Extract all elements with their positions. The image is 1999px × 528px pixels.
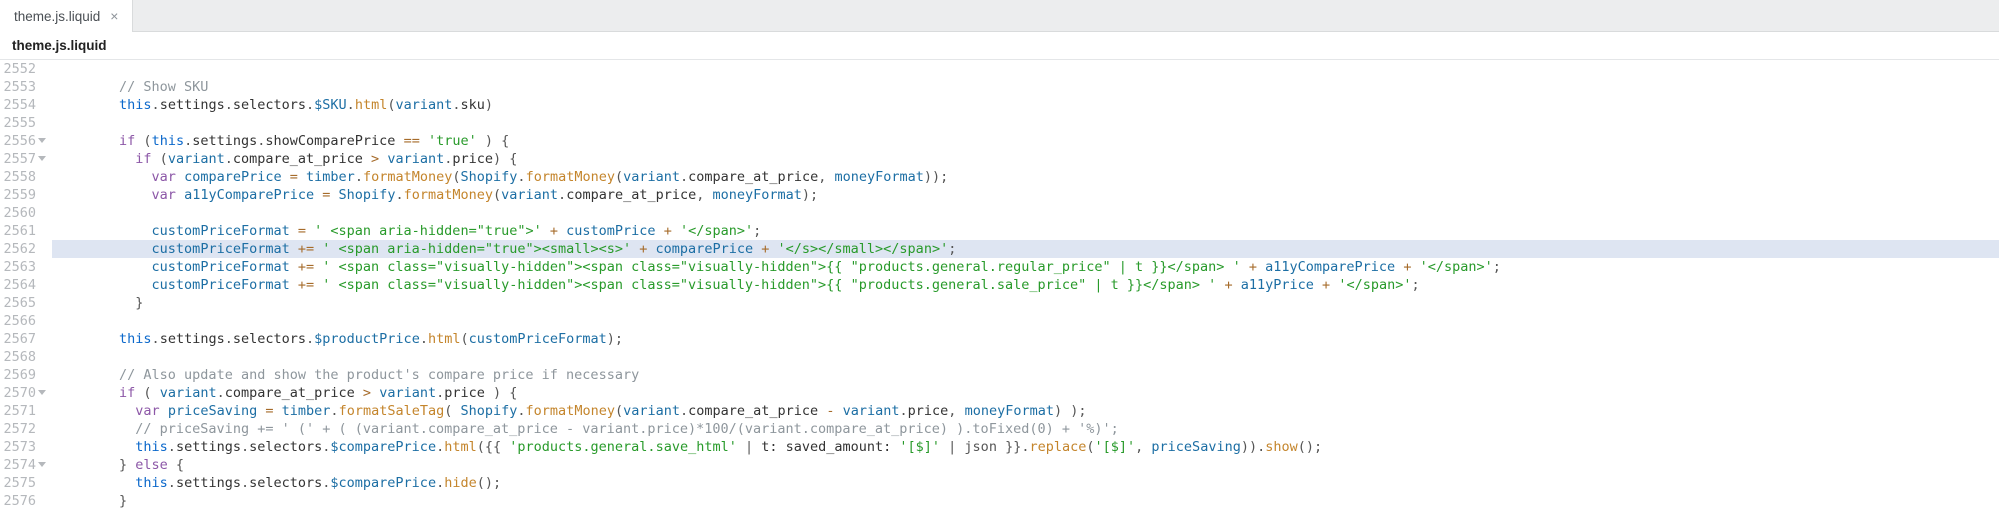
tab-bar: theme.js.liquid × [0,0,1999,32]
line-number: 2560 [0,204,48,222]
code-line[interactable]: } [54,492,1999,510]
code-line[interactable]: this.settings.selectors.$comparePrice.hi… [54,474,1999,492]
line-number: 2567 [0,330,48,348]
line-number: 2556 [0,132,48,150]
code-line[interactable]: var a11yComparePrice = Shopify.formatMon… [54,186,1999,204]
code-line[interactable]: // Also update and show the product's co… [54,366,1999,384]
line-number: 2573 [0,438,48,456]
code-area[interactable]: // Show SKU this.settings.selectors.$SKU… [52,60,1999,528]
breadcrumb: theme.js.liquid [0,32,1999,60]
code-line[interactable]: this.settings.selectors.$productPrice.ht… [54,330,1999,348]
line-number: 2557 [0,150,48,168]
line-number: 2569 [0,366,48,384]
close-icon[interactable]: × [110,9,118,23]
line-number: 2563 [0,258,48,276]
line-number: 2571 [0,402,48,420]
code-line[interactable]: if ( variant.compare_at_price > variant.… [54,384,1999,402]
line-number: 2566 [0,312,48,330]
code-line[interactable]: this.settings.selectors.$comparePrice.ht… [54,438,1999,456]
line-number: 2565 [0,294,48,312]
code-line[interactable]: if (this.settings.showComparePrice == 't… [54,132,1999,150]
tab-label: theme.js.liquid [14,9,100,24]
line-number-gutter: 2552255325542555255625572558255925602561… [0,60,52,528]
code-line[interactable] [54,204,1999,222]
code-line[interactable]: } [54,294,1999,312]
line-number: 2555 [0,114,48,132]
code-line[interactable]: var priceSaving = timber.formatSaleTag( … [54,402,1999,420]
line-number: 2570 [0,384,48,402]
code-line[interactable] [54,60,1999,78]
line-number: 2552 [0,60,48,78]
code-line[interactable]: customPriceFormat = ' <span aria-hidden=… [54,222,1999,240]
code-line[interactable]: customPriceFormat += ' <span class="visu… [54,258,1999,276]
code-line[interactable]: } else { [54,456,1999,474]
code-line[interactable]: customPriceFormat += ' <span class="visu… [54,276,1999,294]
code-line[interactable]: this.settings.selectors.$SKU.html(varian… [54,96,1999,114]
code-line[interactable] [54,114,1999,132]
code-line[interactable]: // priceSaving += ' (' + ( (variant.comp… [54,420,1999,438]
tab-theme-js-liquid[interactable]: theme.js.liquid × [0,0,133,32]
line-number: 2558 [0,168,48,186]
line-number: 2572 [0,420,48,438]
code-line[interactable]: customPriceFormat += ' <span aria-hidden… [54,240,1999,258]
code-line[interactable]: var comparePrice = timber.formatMoney(Sh… [54,168,1999,186]
page-title: theme.js.liquid [12,38,107,53]
line-number: 2564 [0,276,48,294]
line-number: 2554 [0,96,48,114]
line-number: 2574 [0,456,48,474]
line-number: 2568 [0,348,48,366]
code-editor[interactable]: 2552255325542555255625572558255925602561… [0,60,1999,528]
code-line[interactable]: if (variant.compare_at_price > variant.p… [54,150,1999,168]
code-line[interactable]: // Show SKU [54,78,1999,96]
line-number: 2575 [0,474,48,492]
line-number: 2561 [0,222,48,240]
code-line[interactable] [54,312,1999,330]
line-number: 2576 [0,492,48,510]
line-number: 2562 [0,240,48,258]
code-line[interactable] [54,348,1999,366]
line-number: 2559 [0,186,48,204]
line-number: 2553 [0,78,48,96]
